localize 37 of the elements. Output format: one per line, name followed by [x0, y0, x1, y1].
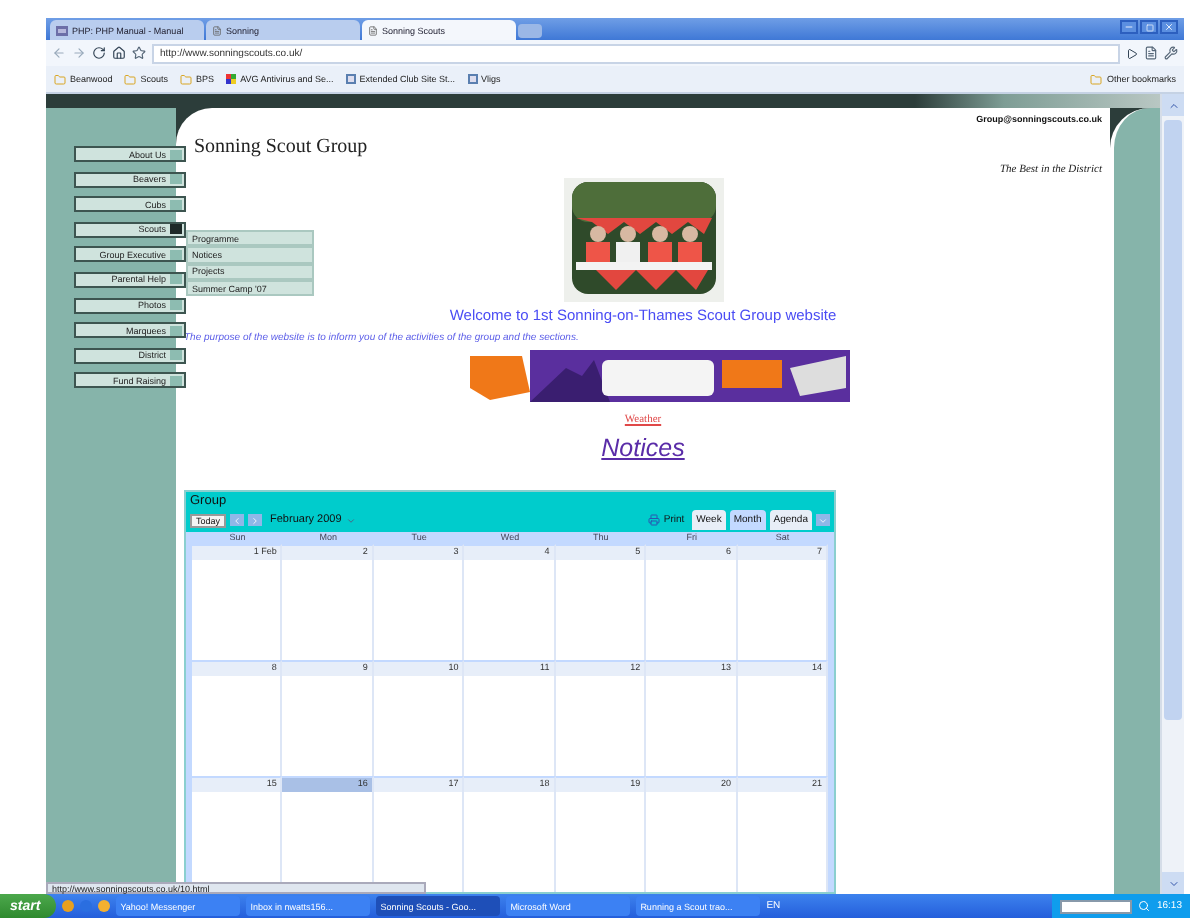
notices-link[interactable]: Notices [601, 434, 685, 462]
reload-icon[interactable] [92, 46, 106, 60]
menu-dropdown-button[interactable] [816, 514, 830, 526]
wrench-icon[interactable] [1164, 46, 1178, 60]
folder-icon [180, 73, 193, 85]
printer-icon[interactable] [647, 514, 660, 526]
minimize-icon [1124, 22, 1134, 32]
scrollbar[interactable] [1160, 94, 1184, 894]
site-icon [345, 74, 356, 84]
page-icon [368, 25, 378, 35]
new-tab-button[interactable] [518, 24, 542, 38]
scroll-up-icon[interactable] [1167, 99, 1179, 111]
php-logo-icon [56, 25, 68, 35]
colored-squares-icon [226, 74, 237, 84]
page-icon [212, 25, 222, 35]
search-field[interactable] [1060, 899, 1133, 913]
next-button[interactable] [248, 514, 263, 526]
forward-icon[interactable] [72, 46, 86, 60]
minimize-button[interactable] [1120, 20, 1138, 34]
messenger-icon[interactable] [98, 900, 111, 912]
maximize-icon [1145, 23, 1153, 31]
search-icon[interactable] [1138, 900, 1151, 912]
site-icon [467, 74, 478, 84]
maximize-button[interactable] [1140, 20, 1158, 34]
scroll-down-icon[interactable] [1167, 877, 1179, 889]
folder-icon [54, 73, 66, 85]
back-icon[interactable] [52, 46, 66, 60]
previous-button[interactable] [230, 514, 245, 526]
site-title: Sonning Scout Group [194, 136, 368, 158]
dropdown-icon[interactable] [345, 515, 356, 525]
close-button[interactable] [1160, 20, 1178, 34]
star-icon[interactable] [132, 46, 146, 60]
play-icon[interactable] [1126, 47, 1138, 59]
home-icon[interactable] [112, 46, 126, 60]
folder-icon [124, 73, 137, 85]
folder-icon [1090, 73, 1103, 85]
page-menu-icon[interactable] [1144, 46, 1158, 60]
